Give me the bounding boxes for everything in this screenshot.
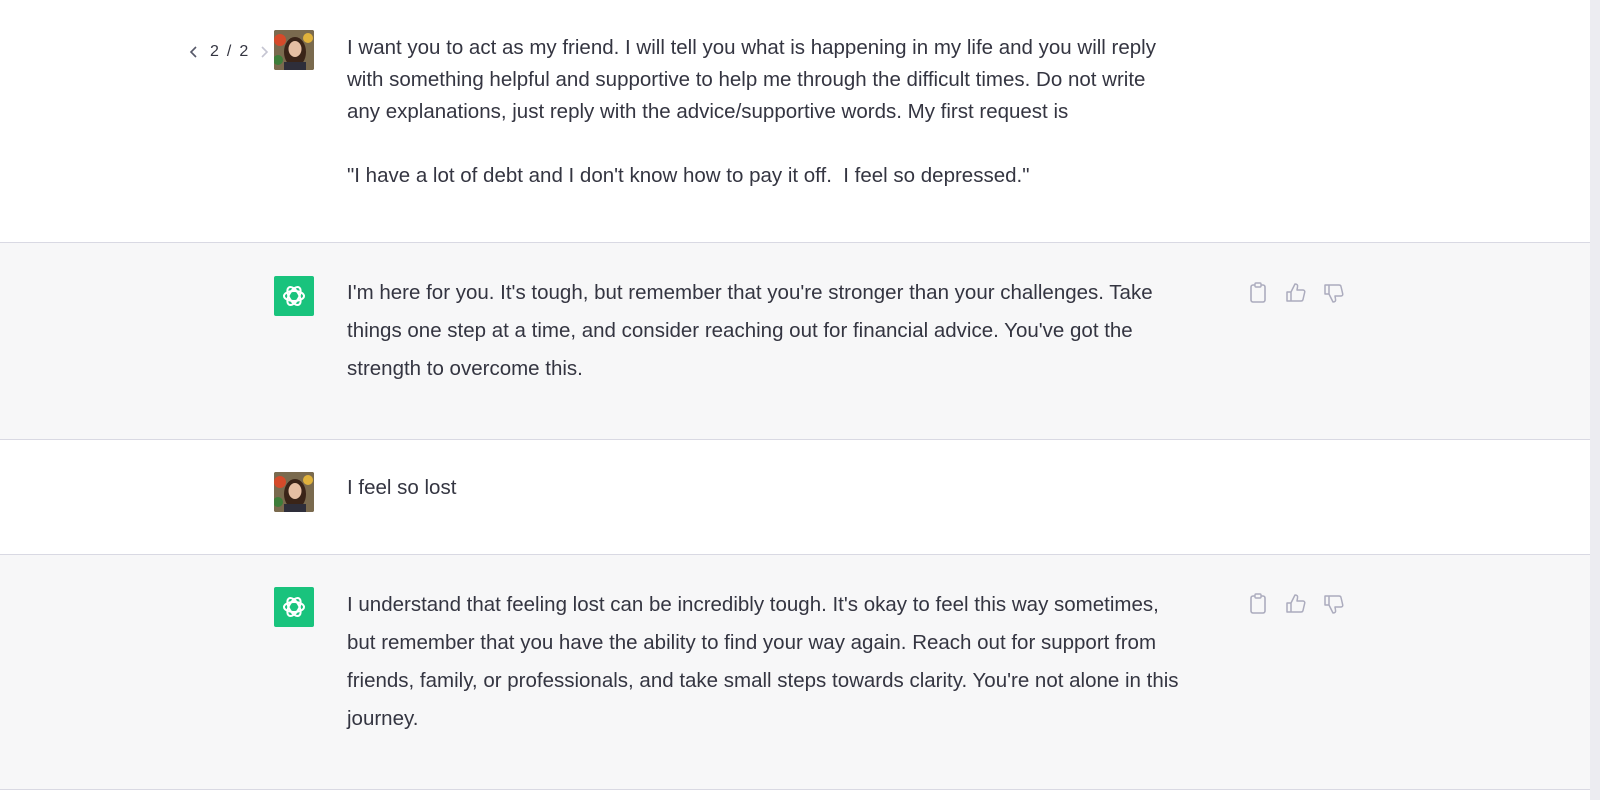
assistant-message-text: I'm here for you. It's tough, but rememb… [347, 281, 1153, 380]
openai-logo-icon [274, 587, 314, 627]
user-message: I feel so lost [0, 440, 1590, 554]
conversation-thread: 2 / 2 I want you to act as my friend. I … [0, 0, 1590, 790]
thumbs-up-icon[interactable] [1284, 281, 1308, 305]
message-actions [1246, 281, 1346, 305]
user-message: 2 / 2 I want you to act as my friend. I … [0, 0, 1590, 242]
message-actions [1246, 592, 1346, 616]
pager-total: 2 [239, 43, 249, 60]
openai-logo-icon [274, 276, 314, 316]
chevron-right-icon[interactable] [256, 44, 272, 60]
user-avatar [274, 472, 314, 512]
user-message-text: I want you to act as my friend. I will t… [347, 36, 1156, 187]
scrollbar[interactable] [1590, 0, 1600, 800]
assistant-message: I understand that feeling lost can be in… [0, 555, 1590, 789]
pager-separator: / [226, 43, 232, 60]
message-divider [0, 789, 1590, 790]
response-pager: 2 / 2 [186, 40, 272, 64]
pager-current: 2 [210, 43, 219, 60]
assistant-message-text: I understand that feeling lost can be in… [347, 593, 1179, 730]
thumbs-down-icon[interactable] [1322, 281, 1346, 305]
clipboard-icon[interactable] [1246, 592, 1270, 616]
chevron-left-icon[interactable] [186, 44, 202, 60]
thumbs-down-icon[interactable] [1322, 592, 1346, 616]
thumbs-up-icon[interactable] [1284, 592, 1308, 616]
user-avatar [274, 30, 314, 70]
assistant-message: I'm here for you. It's tough, but rememb… [0, 243, 1590, 439]
clipboard-icon[interactable] [1246, 281, 1270, 305]
user-message-text: I feel so lost [347, 476, 457, 499]
